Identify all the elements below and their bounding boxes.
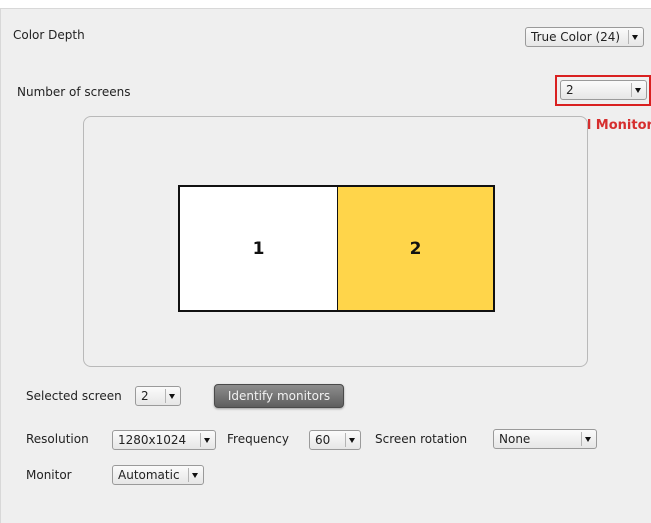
screen-rotation-label: Screen rotation xyxy=(375,432,468,446)
monitor-label: Monitor xyxy=(26,468,72,482)
color-depth-value: True Color (24) xyxy=(531,30,621,44)
frequency-value: 60 xyxy=(315,433,331,447)
resolution-value: 1280x1024 xyxy=(118,433,187,447)
number-of-screens-label: Number of screens xyxy=(17,85,131,99)
chevron-down-icon xyxy=(581,432,594,446)
monitor-select[interactable]: Automatic xyxy=(112,465,204,485)
screen-1-tile[interactable]: 1 xyxy=(178,185,338,312)
identify-monitors-button[interactable]: Identify monitors xyxy=(214,384,344,408)
resolution-label: Resolution xyxy=(26,432,89,446)
screen-2-label: 2 xyxy=(409,238,422,259)
screen-rotation-value: None xyxy=(499,432,531,446)
resolution-select[interactable]: 1280x1024 xyxy=(112,430,216,450)
selected-screen-value: 2 xyxy=(141,389,149,403)
screen-rotation-select[interactable]: None xyxy=(493,429,597,449)
frequency-select[interactable]: 60 xyxy=(309,430,361,450)
number-of-screens-select[interactable]: 2 xyxy=(560,80,647,100)
selected-screen-label: Selected screen xyxy=(26,389,122,403)
color-depth-label: Color Depth xyxy=(13,28,85,42)
chevron-down-icon xyxy=(628,30,641,44)
screen-2-tile[interactable]: 2 xyxy=(337,185,495,312)
number-of-screens-value: 2 xyxy=(566,83,574,97)
screen-1-label: 1 xyxy=(252,238,265,259)
chevron-down-icon xyxy=(631,83,644,97)
frequency-label: Frequency xyxy=(227,432,289,446)
selected-screen-select[interactable]: 2 xyxy=(135,386,181,406)
chevron-down-icon xyxy=(188,468,201,482)
color-depth-select[interactable]: True Color (24) xyxy=(525,27,644,47)
monitor-value: Automatic xyxy=(118,468,180,482)
chevron-down-icon xyxy=(345,433,358,447)
chevron-down-icon xyxy=(200,433,213,447)
chevron-down-icon xyxy=(165,389,178,403)
